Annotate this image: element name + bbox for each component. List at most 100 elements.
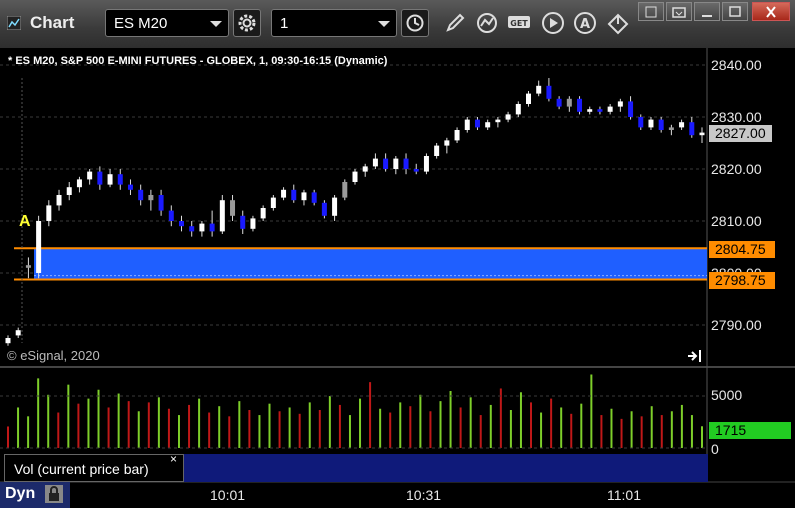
candle-body: [536, 85, 542, 94]
close-button[interactable]: [752, 2, 790, 21]
candle-body: [56, 195, 62, 206]
candle-body: [352, 171, 358, 182]
minimize-button[interactable]: [694, 2, 720, 21]
candle-body: [515, 104, 521, 115]
candle-body: [607, 106, 613, 112]
candle-body: [485, 122, 491, 128]
volume-last-tag: 1715: [709, 422, 791, 439]
candle-body: [454, 130, 460, 141]
study-label[interactable]: Vol (current price bar): [4, 454, 184, 482]
candle-body: [230, 200, 236, 216]
candle-body: [699, 132, 705, 136]
play-button[interactable]: [539, 9, 567, 37]
close-study-icon[interactable]: ×: [170, 452, 177, 466]
candle-body: [679, 122, 685, 128]
candle-body: [270, 197, 276, 208]
candle-body: [383, 158, 389, 169]
candle-body: [311, 192, 317, 203]
candle-body: [474, 119, 480, 128]
indicator-icon: [477, 13, 497, 33]
candle-body: [209, 223, 215, 232]
candle-body: [505, 114, 511, 120]
price-axis-label: 2840.00: [711, 57, 762, 73]
candle-body: [495, 119, 501, 123]
price-axis-label: 2830.00: [711, 109, 762, 125]
alert-icon: A: [574, 12, 596, 34]
candle-body: [291, 189, 297, 201]
candle-body: [372, 158, 378, 167]
settings-icon: [238, 14, 256, 32]
candle-body: [260, 208, 266, 219]
cursor-icon: [607, 13, 629, 35]
interval-value: 1: [280, 15, 289, 32]
candle-body: [281, 189, 287, 198]
price-panel: [0, 48, 708, 366]
symbol-value: ES M20: [114, 15, 168, 32]
chevron-down-icon: [210, 21, 222, 27]
candle-body: [434, 145, 440, 156]
candle-body: [66, 187, 72, 195]
help-button[interactable]: [638, 2, 664, 21]
restore-button[interactable]: [666, 2, 692, 21]
zone-fill: [34, 248, 707, 280]
candle-body: [444, 140, 450, 146]
candle-body: [189, 226, 195, 232]
studies-button[interactable]: [474, 9, 502, 37]
candle-body: [240, 215, 246, 229]
candle-body: [403, 158, 409, 169]
copyright-text: © eSignal, 2020: [7, 348, 100, 363]
get-icon: GET: [508, 16, 530, 28]
candle-body: [158, 195, 164, 211]
time-axis-label: 11:01: [607, 487, 641, 503]
svg-text:A: A: [580, 17, 590, 32]
candle-body: [628, 101, 634, 117]
candle-body: [332, 197, 338, 216]
toolbar: Chart ES M20 1 GET A: [0, 0, 795, 49]
candle-body: [179, 221, 184, 227]
candle-body: [25, 265, 31, 268]
candle-body: [148, 195, 154, 201]
candle-body: [546, 85, 552, 99]
get-data-button[interactable]: GET: [506, 9, 534, 37]
candle-body: [199, 223, 205, 232]
candle-body: [321, 202, 327, 216]
marker-label: A: [19, 213, 31, 230]
price-axis-label: 2790.00: [711, 317, 762, 333]
cursor-button[interactable]: [605, 9, 633, 37]
settings-button[interactable]: [233, 9, 261, 37]
dynamic-mode[interactable]: Dyn: [0, 482, 70, 508]
time-axis-label: 10:31: [406, 487, 442, 503]
volume-axis-label: 5000: [711, 387, 743, 403]
candle-body: [15, 330, 21, 336]
play-icon: [542, 12, 564, 34]
candle-body: [117, 174, 123, 185]
zone-low-tag: 2798.75: [709, 272, 775, 289]
candle-body: [556, 98, 562, 107]
alert-button[interactable]: A: [572, 9, 600, 37]
candle-body: [668, 127, 674, 130]
svg-text:GET: GET: [510, 19, 528, 28]
candle-body: [46, 205, 52, 221]
candle-body: [566, 98, 572, 107]
chevron-down-icon: [378, 21, 390, 27]
candle-body: [127, 184, 133, 190]
candle-body: [413, 169, 419, 172]
time-button[interactable]: [401, 9, 429, 37]
maximize-button[interactable]: [722, 2, 748, 21]
candle-body: [5, 338, 11, 344]
price-chart[interactable]: [0, 48, 795, 508]
candle-body: [138, 189, 144, 201]
maximize-icon: [729, 5, 741, 17]
draw-button[interactable]: [441, 9, 469, 37]
symbol-select[interactable]: ES M20: [105, 9, 229, 37]
volume-bars: [0, 374, 707, 449]
price-axis-label: 2820.00: [711, 161, 762, 177]
volume-axis-label: 0: [711, 441, 719, 457]
last-price-tag: 2827.00: [709, 125, 772, 142]
candle-body: [658, 119, 664, 130]
minimize-icon: [702, 14, 712, 17]
interval-select[interactable]: 1: [271, 9, 397, 37]
candle-body: [301, 192, 307, 201]
candle-body: [638, 117, 644, 128]
question-icon: [645, 6, 657, 17]
